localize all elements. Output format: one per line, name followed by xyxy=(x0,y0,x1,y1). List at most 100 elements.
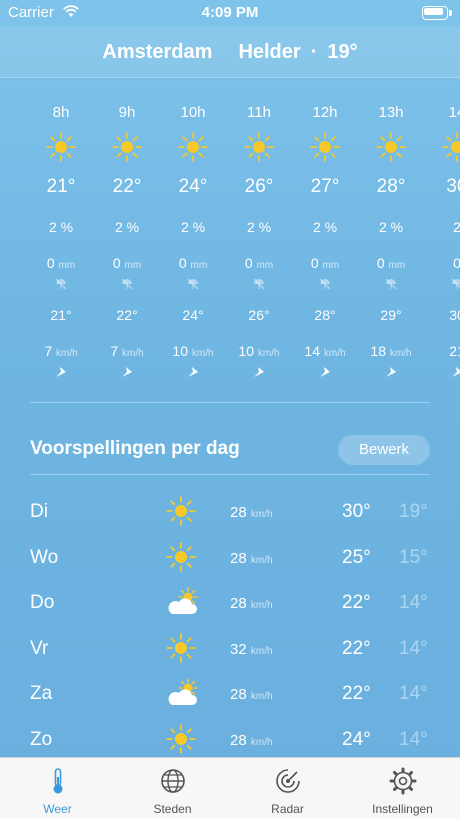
rain-amount: 0 mm xyxy=(94,255,160,271)
globe-icon xyxy=(158,766,188,796)
rain-amount-unit: mm xyxy=(190,260,208,271)
rain-amount: 0 mm xyxy=(226,255,292,271)
status-bar: Carrier 4:09 PM xyxy=(0,0,460,26)
high-temperature: 22° xyxy=(342,592,371,613)
hour-label: 8h xyxy=(52,104,70,121)
daily-wind-speed-unit: km/h xyxy=(250,736,273,748)
daily-wind-speed-unit: km/h xyxy=(250,691,273,702)
rain-amount-unit: mm xyxy=(388,260,406,271)
daily-wind-speed-value: 28 xyxy=(230,549,247,567)
low-temperature: 14° xyxy=(399,592,428,613)
battery-icon xyxy=(422,6,452,20)
no-rain-umbrella-icon xyxy=(384,277,398,291)
wind-direction-icon xyxy=(384,365,398,379)
tab-label: Steden xyxy=(153,802,192,816)
daily-wind-speed: 28 km/h xyxy=(230,550,273,567)
sun-icon xyxy=(442,132,460,162)
rain-amount-value: 0 xyxy=(112,255,121,271)
tab-weer[interactable]: Weer xyxy=(0,758,115,818)
daily-wind-speed: 28 km/h xyxy=(230,732,273,749)
low-temperature: 15° xyxy=(399,546,428,568)
day-name: Zo xyxy=(30,728,53,750)
rain-amount-value: 0 xyxy=(310,255,319,271)
wind-speed-value: 21 xyxy=(449,343,460,359)
daily-forecast-row[interactable]: Di 28 km/h 30° 19° xyxy=(0,490,460,535)
rain-amount: 0 mm xyxy=(160,255,226,271)
daily-wind-speed: 28 km/h xyxy=(230,686,273,703)
precipitation-chance: 2 xyxy=(453,219,460,235)
rain-amount-value: 0 xyxy=(376,255,385,271)
daily-forecast-row[interactable]: Zo 28 km/h 24° 14° xyxy=(0,718,460,763)
daily-wind-speed-value: 28 xyxy=(230,504,247,521)
daily-wind-speed-value: 32 xyxy=(230,640,247,658)
hour-temperature: 28° xyxy=(376,176,406,197)
hourly-item: 10h 24° 2 % 0 mm 24° 10 km/h xyxy=(160,78,226,390)
gear-icon xyxy=(388,766,418,796)
rain-amount-unit: mm xyxy=(58,260,76,271)
hourly-item: 8h 21° 2 % 0 mm 21° 7 km/h xyxy=(28,78,94,390)
daily-forecast-row[interactable]: Za 28 km/h 22° 14° xyxy=(0,672,460,717)
low-temperature: 14° xyxy=(399,728,428,750)
daily-wind-speed-value: 28 xyxy=(230,731,247,749)
sun-icon xyxy=(244,132,274,162)
wind-speed-value: 10 xyxy=(172,343,188,359)
feels-like-temperature: 22° xyxy=(116,307,138,323)
feels-like-temperature: 29° xyxy=(380,307,402,323)
daily-wind-speed: 32 km/h xyxy=(230,641,273,658)
tab-instellingen[interactable]: Instellingen xyxy=(345,758,460,818)
hourly-item: 9h 22° 2 % 0 mm 22° 7 km/h xyxy=(94,78,160,390)
edit-button[interactable]: Bewerk xyxy=(338,435,430,465)
daily-forecast-row[interactable]: Vr 32 km/h 22° 14° xyxy=(0,627,460,672)
low-temperature: 14° xyxy=(399,683,428,704)
feels-like-temperature: 26° xyxy=(248,307,270,323)
wind-speed-value: 10 xyxy=(238,343,254,359)
hour-temperature: 22° xyxy=(112,176,142,197)
wind-direction-icon xyxy=(186,365,200,379)
precipitation-chance: 2 % xyxy=(312,219,338,235)
sun-icon xyxy=(310,132,340,162)
daily-forecast-row[interactable]: Do 28 km/h 22° 14° xyxy=(0,581,460,626)
current-condition: Helder xyxy=(238,41,301,63)
daily-wind-speed-unit: km/h xyxy=(250,509,273,520)
hourly-item: 12h 27° 2 % 0 mm 28° 14 km/h xyxy=(292,78,358,390)
daily-wind-speed-unit: km/h xyxy=(250,645,273,657)
hourly-item: 13h 28° 2 % 0 mm 29° 18 km/h xyxy=(358,78,424,390)
wind-speed: 10 km/h xyxy=(160,343,226,359)
wind-speed: 7 km/h xyxy=(94,343,160,359)
sun-icon xyxy=(376,132,406,162)
no-rain-umbrella-icon xyxy=(252,277,266,291)
daily-wind-speed-unit: km/h xyxy=(250,600,273,611)
hour-label: 11h xyxy=(247,104,271,121)
precipitation-chance: 2 % xyxy=(48,219,74,235)
tab-radar[interactable]: Radar xyxy=(230,758,345,818)
feels-like-temperature: 28° xyxy=(314,307,336,323)
no-rain-umbrella-icon xyxy=(54,277,68,291)
day-name: Vr xyxy=(30,637,49,659)
partly-cloudy-icon xyxy=(166,678,200,708)
wind-direction-icon xyxy=(450,365,460,379)
day-name: Wo xyxy=(30,546,59,568)
precipitation-chance: 2 % xyxy=(378,219,404,235)
section-divider xyxy=(30,402,430,403)
hour-label: 9h xyxy=(118,104,136,121)
high-temperature: 24° xyxy=(342,728,371,750)
thermometer-icon xyxy=(43,766,73,796)
no-rain-umbrella-icon xyxy=(450,277,460,291)
wind-direction-icon xyxy=(318,365,332,379)
daily-forecast-row[interactable]: Wo 28 km/h 25° 15° xyxy=(0,536,460,581)
tab-steden[interactable]: Steden xyxy=(115,758,230,818)
feels-like-temperature: 24° xyxy=(182,307,204,323)
wind-speed-unit: km/h xyxy=(389,348,412,359)
rain-amount-unit: mm xyxy=(124,260,142,271)
high-temperature: 30° xyxy=(342,501,371,522)
precipitation-chance: 2 % xyxy=(180,219,206,235)
hourly-item: 14 30 2 0 30 21 xyxy=(424,78,460,390)
rain-amount: 0 mm xyxy=(358,255,424,271)
wind-speed-value: 7 xyxy=(44,343,53,359)
hourly-forecast[interactable]: 8h 21° 2 % 0 mm 21° 7 km/h 9h 22° 2 % 0 mm 22° 7 km… xyxy=(0,78,460,390)
wind-direction-icon xyxy=(120,365,134,379)
sun-icon xyxy=(112,132,142,162)
header-separator: · xyxy=(310,41,318,63)
daily-wind-speed-value: 28 xyxy=(230,595,247,612)
day-name: Do xyxy=(30,592,55,613)
